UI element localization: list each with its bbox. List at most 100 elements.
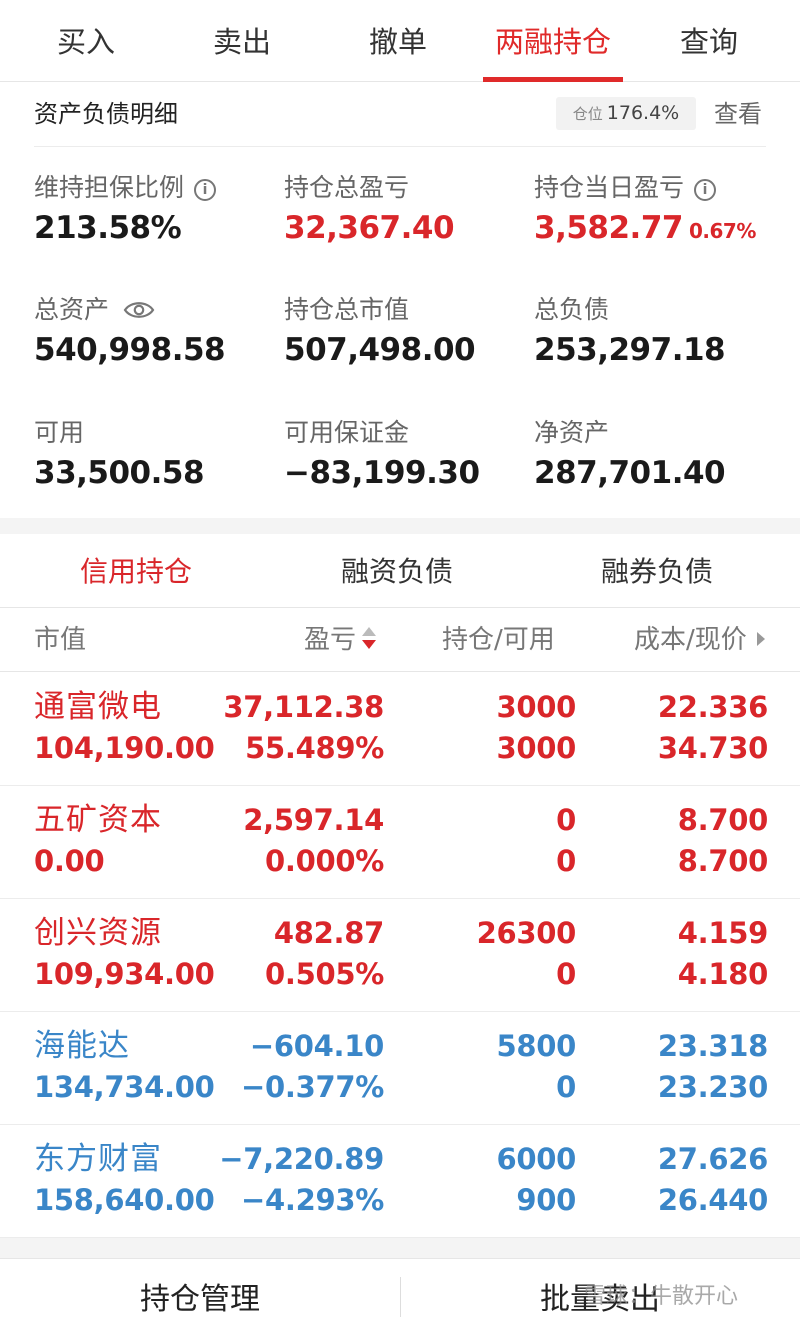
- metric-value: 253,297.18: [534, 332, 726, 368]
- metric-label: 总负债: [534, 295, 610, 324]
- tab-margin-positions[interactable]: 两融持仓: [473, 0, 633, 82]
- pnl-percent: 0.505%: [265, 957, 384, 991]
- metric-value: 287,701.40: [534, 455, 726, 491]
- position-quantity: 6000: [496, 1142, 576, 1176]
- position-quantity: 5800: [496, 1029, 576, 1063]
- column-pnl[interactable]: 盈亏: [304, 608, 377, 672]
- eye-icon[interactable]: [123, 300, 155, 320]
- metric-value: 540,998.58: [34, 332, 226, 368]
- position-ratio-badge: 仓位 176.4%: [556, 97, 696, 130]
- current-price: 23.230: [657, 1070, 768, 1104]
- cost-price: 4.159: [677, 916, 769, 950]
- metric-value: 33,500.58: [34, 455, 205, 491]
- available-quantity: 900: [516, 1183, 576, 1217]
- tab-buy[interactable]: 买入: [6, 0, 166, 82]
- stock-name: 东方财富: [34, 1141, 162, 1177]
- metric-label: 持仓总盈亏: [284, 173, 410, 202]
- tab-sell[interactable]: 卖出: [162, 0, 322, 82]
- metric-total-assets: 总资产 540,998.58: [34, 292, 284, 372]
- market-value: 109,934.00: [34, 957, 215, 991]
- metric-label: 可用: [34, 418, 85, 447]
- holding-row[interactable]: 创兴资源 109,934.00 482.87 0.505% 26300 0 4.159 4.1…: [0, 899, 800, 1012]
- metric-label: 可用保证金: [284, 418, 410, 447]
- holding-row[interactable]: 东方财富 158,640.00 −7,220.89 −4.293% 6000 900 27.…: [0, 1125, 800, 1238]
- metric-label: 持仓当日盈亏: [534, 173, 685, 202]
- metric-market-value: 持仓总市值 507,498.00: [284, 292, 534, 372]
- cost-price: 23.318: [657, 1029, 768, 1063]
- pnl-value: −604.10: [249, 1029, 384, 1063]
- current-price: 8.700: [677, 844, 769, 878]
- column-cost-price-label: 成本/现价: [634, 625, 747, 655]
- available-quantity: 0: [556, 844, 576, 878]
- metric-label: 净资产: [534, 418, 610, 447]
- position-quantity: 26300: [476, 916, 577, 950]
- position-quantity: 3000: [496, 690, 576, 724]
- info-icon[interactable]: i: [194, 179, 217, 201]
- holding-row[interactable]: 海能达 134,734.00 −604.10 −0.377% 5800 0 23.318 23…: [0, 1012, 800, 1125]
- sort-icon[interactable]: [362, 627, 377, 651]
- asset-liability-title: 资产负债明细: [34, 100, 178, 128]
- daily-pnl-percent: 0.67%: [688, 219, 756, 243]
- metric-available: 可用 33,500.58: [34, 415, 284, 495]
- pnl-percent: −0.377%: [241, 1070, 384, 1104]
- cost-price: 22.336: [657, 690, 768, 724]
- asset-liability-header: 资产负债明细 仓位 176.4% 查看: [0, 82, 800, 146]
- pnl-value: 2,597.14: [243, 803, 384, 837]
- position-manage-button[interactable]: 持仓管理: [0, 1259, 400, 1318]
- current-price: 34.730: [657, 731, 768, 765]
- metric-value: 3,582.77: [534, 210, 683, 246]
- pnl-percent: −4.293%: [241, 1183, 384, 1217]
- cost-price: 27.626: [657, 1142, 768, 1176]
- holdings-table-header: 市值 盈亏 持仓/可用 成本/现价: [0, 608, 800, 672]
- holding-row[interactable]: 通富微电 104,190.00 37,112.38 55.489% 3000 3000 22…: [0, 673, 800, 786]
- market-value: 104,190.00: [34, 731, 215, 765]
- chevron-right-icon[interactable]: [756, 632, 765, 646]
- column-pnl-label: 盈亏: [304, 625, 357, 655]
- holding-row[interactable]: 五矿资本 0.00 2,597.14 0.000% 0 0 8.700 8.700: [0, 786, 800, 899]
- section-gap: [0, 518, 800, 534]
- stock-name: 创兴资源: [34, 915, 162, 951]
- info-icon[interactable]: i: [694, 179, 717, 201]
- metric-available-margin: 可用保证金 −83,199.30: [284, 415, 534, 495]
- stock-name: 通富微电: [34, 689, 162, 725]
- pnl-value: 37,112.38: [223, 690, 384, 724]
- top-tab-bar: 买入 卖出 撤单 两融持仓 查询: [0, 0, 800, 82]
- position-quantity: 0: [556, 803, 576, 837]
- metric-total-liabilities: 总负债 253,297.18: [534, 292, 784, 372]
- position-sub-tabs: 信用持仓 融资负债 融券负债: [0, 534, 800, 608]
- current-price: 26.440: [657, 1183, 768, 1217]
- watermark: 雪球：牛散开心: [584, 1284, 739, 1309]
- metric-value: 32,367.40: [284, 210, 455, 246]
- position-ratio-value: 176.4%: [606, 102, 680, 124]
- available-quantity: 0: [556, 1070, 576, 1104]
- tab-query[interactable]: 查询: [629, 0, 789, 82]
- metric-value: 507,498.00: [284, 332, 476, 368]
- view-details-link[interactable]: 查看: [714, 96, 762, 132]
- current-price: 4.180: [677, 957, 769, 991]
- market-value: 134,734.00: [34, 1070, 215, 1104]
- market-value: 158,640.00: [34, 1183, 215, 1217]
- pnl-percent: 0.000%: [265, 844, 384, 878]
- tab-financing-liabilities[interactable]: 融资负债: [267, 534, 527, 608]
- column-cost-price[interactable]: 成本/现价: [634, 608, 765, 672]
- market-value: 0.00: [34, 844, 105, 878]
- metric-daily-pnl: 持仓当日盈亏 i 3,582.77 0.67%: [534, 170, 784, 253]
- available-quantity: 0: [556, 957, 576, 991]
- position-ratio-label: 仓位: [572, 105, 603, 123]
- cost-price: 8.700: [677, 803, 769, 837]
- column-position[interactable]: 持仓/可用: [442, 608, 555, 672]
- metric-value: −83,199.30: [284, 455, 480, 491]
- metric-label: 持仓总市值: [284, 295, 410, 324]
- divider: [34, 146, 766, 147]
- pnl-value: −7,220.89: [219, 1142, 384, 1176]
- tab-securities-lending-liabilities[interactable]: 融券负债: [527, 534, 787, 608]
- metric-label: 维持担保比例: [34, 173, 185, 202]
- section-gap: [0, 1238, 800, 1258]
- tab-cancel-order[interactable]: 撤单: [318, 0, 478, 82]
- tab-credit-positions[interactable]: 信用持仓: [6, 534, 266, 608]
- pnl-percent: 55.489%: [245, 731, 384, 765]
- metric-net-assets: 净资产 287,701.40: [534, 415, 784, 495]
- column-market-value[interactable]: 市值: [34, 608, 86, 672]
- metric-maintenance-ratio: 维持担保比例 i 213.58%: [34, 170, 284, 250]
- metric-label: 总资产: [34, 295, 110, 324]
